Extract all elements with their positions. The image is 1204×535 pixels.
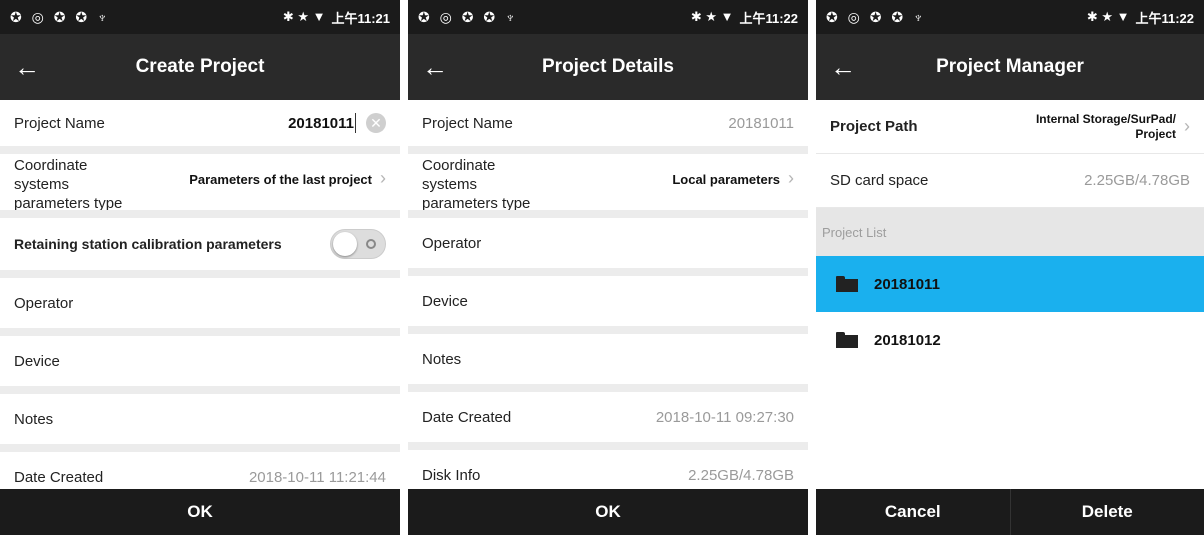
page-title: Project Manager <box>936 56 1084 77</box>
date-created-label: Date Created <box>14 468 104 486</box>
status-notification-icons: ✪ ◎ ✪ ✪ ♆ <box>418 8 519 25</box>
operator-row[interactable]: Operator <box>0 278 400 328</box>
toggle-off-icon <box>366 239 376 249</box>
back-arrow-icon[interactable]: ← <box>10 50 44 84</box>
date-created-row: Date Created 2018-10-11 09:27:30 <box>408 392 808 442</box>
status-bar: ✪ ◎ ✪ ✪ ♆ ✱ ★ ▼ 上午11:21 <box>0 0 400 34</box>
project-path-line-1: Internal Storage/SurPad/ <box>1035 111 1176 126</box>
status-system-icons: ✱ ★ ▼ <box>690 9 734 24</box>
app-bar: ← Create Project <box>0 34 400 100</box>
coordinate-system-label: Coordinate systems parameters type <box>422 157 531 210</box>
notes-row[interactable]: Notes <box>0 394 400 444</box>
disk-info-label: Disk Info <box>422 466 481 484</box>
status-system-icons: ✱ ★ ▼ <box>282 9 326 24</box>
text-cursor <box>355 113 356 133</box>
project-path-label: Project Path <box>830 118 918 135</box>
chevron-right-icon: › <box>788 168 794 188</box>
list-item[interactable]: 20181012 <box>816 312 1204 368</box>
project-name-row[interactable]: Project Name 20181011 ✕ <box>0 100 400 146</box>
sd-card-row: SD card space 2.25GB/4.78GB <box>816 154 1204 208</box>
date-created-value: 2018-10-11 09:27:30 <box>655 408 794 426</box>
project-name-label: Project Name <box>422 114 513 132</box>
project-list-header: Project List <box>816 208 1204 256</box>
notes-label: Notes <box>422 350 462 368</box>
project-name-label: Project Name <box>14 114 105 132</box>
date-created-label: Date Created <box>422 408 512 426</box>
project-name-row: Project Name 20181011 <box>408 100 808 146</box>
coordinate-system-value: Local parameters <box>672 172 780 187</box>
operator-label: Operator <box>422 234 482 252</box>
create-project-screen: ✪ ◎ ✪ ✪ ♆ ✱ ★ ▼ 上午11:21 ← Create Project… <box>0 0 400 535</box>
coordinate-system-value: Parameters of the last project <box>189 172 372 187</box>
project-name-value: 20181011 <box>728 114 794 132</box>
operator-label: Operator <box>14 294 74 312</box>
disk-info-row: Disk Info 2.25GB/4.78GB <box>408 450 808 489</box>
status-system-icons: ✱ ★ ▼ <box>1086 9 1130 24</box>
ok-button[interactable]: OK <box>408 489 808 535</box>
details-list: Project Name 20181011 Coordinate systems… <box>408 100 808 489</box>
status-time: 上午11:22 <box>1135 10 1194 26</box>
app-bar: ← Project Manager <box>816 34 1204 100</box>
folder-icon <box>836 276 858 292</box>
disk-info-value: 2.25GB/4.78GB <box>688 466 794 484</box>
device-row: Device <box>408 276 808 326</box>
project-path-line-2: Project <box>1135 126 1176 141</box>
coordinate-system-label: Coordinate systems parameters type <box>14 157 123 210</box>
bottom-bar: Cancel Delete <box>816 489 1204 535</box>
date-created-row: Date Created 2018-10-11 11:21:44 <box>0 452 400 489</box>
project-details-screen: ✪ ◎ ✪ ✪ ♆ ✱ ★ ▼ 上午11:22 ← Project Detail… <box>408 0 808 535</box>
operator-row: Operator <box>408 218 808 268</box>
clear-input-icon[interactable]: ✕ <box>366 113 386 133</box>
form: Project Name 20181011 ✕ Coordinate syste… <box>0 100 400 489</box>
back-arrow-icon[interactable]: ← <box>826 50 860 84</box>
status-notification-icons: ✪ ◎ ✪ ✪ ♆ <box>10 8 111 25</box>
cancel-button[interactable]: Cancel <box>816 489 1010 535</box>
status-bar: ✪ ◎ ✪ ✪ ♆ ✱ ★ ▼ 上午11:22 <box>408 0 808 34</box>
status-time: 上午11:22 <box>739 10 798 26</box>
project-path-value: Internal Storage/SurPad/ Project <box>1036 112 1176 142</box>
toggle-knob <box>333 232 357 256</box>
app-bar: ← Project Details <box>408 34 808 100</box>
page-title: Project Details <box>542 56 674 77</box>
delete-button[interactable]: Delete <box>1009 489 1204 535</box>
project-item-label: 20181012 <box>874 331 941 349</box>
device-label: Device <box>422 292 468 310</box>
notes-label: Notes <box>14 410 54 428</box>
project-path-row[interactable]: Project Path Internal Storage/SurPad/ Pr… <box>816 100 1204 154</box>
project-item-label: 20181011 <box>874 275 940 293</box>
device-label: Device <box>14 352 60 370</box>
page-title: Create Project <box>135 56 265 77</box>
project-manager-screen: ✪ ◎ ✪ ✪ ♆ ✱ ★ ▼ 上午11:22 ← Project Manage… <box>816 0 1204 535</box>
project-name-input[interactable]: 20181011 <box>288 115 354 132</box>
bottom-bar: OK <box>408 489 808 535</box>
folder-icon <box>836 332 858 348</box>
manager-body: Project Path Internal Storage/SurPad/ Pr… <box>816 100 1204 489</box>
bottom-bar: OK <box>0 489 400 535</box>
coordinate-system-row[interactable]: Coordinate systems parameters type Param… <box>0 154 400 210</box>
notes-row: Notes <box>408 334 808 384</box>
device-row[interactable]: Device <box>0 336 400 386</box>
status-notification-icons: ✪ ◎ ✪ ✪ ♆ <box>826 8 927 25</box>
retain-calibration-label: Retaining station calibration parameters <box>14 236 282 252</box>
status-bar: ✪ ◎ ✪ ✪ ♆ ✱ ★ ▼ 上午11:22 <box>816 0 1204 34</box>
sd-card-value: 2.25GB/4.78GB <box>1084 172 1190 189</box>
list-item[interactable]: 20181011 <box>816 256 1204 312</box>
chevron-right-icon: › <box>380 168 386 188</box>
status-time: 上午11:21 <box>331 10 390 26</box>
chevron-right-icon: › <box>1184 116 1190 136</box>
retain-calibration-toggle[interactable] <box>330 229 386 259</box>
sd-card-label: SD card space <box>830 172 929 189</box>
coordinate-system-row[interactable]: Coordinate systems parameters type Local… <box>408 154 808 210</box>
date-created-value: 2018-10-11 11:21:44 <box>248 468 386 486</box>
ok-button[interactable]: OK <box>0 489 400 535</box>
back-arrow-icon[interactable]: ← <box>418 50 452 84</box>
retain-calibration-row: Retaining station calibration parameters <box>0 218 400 270</box>
